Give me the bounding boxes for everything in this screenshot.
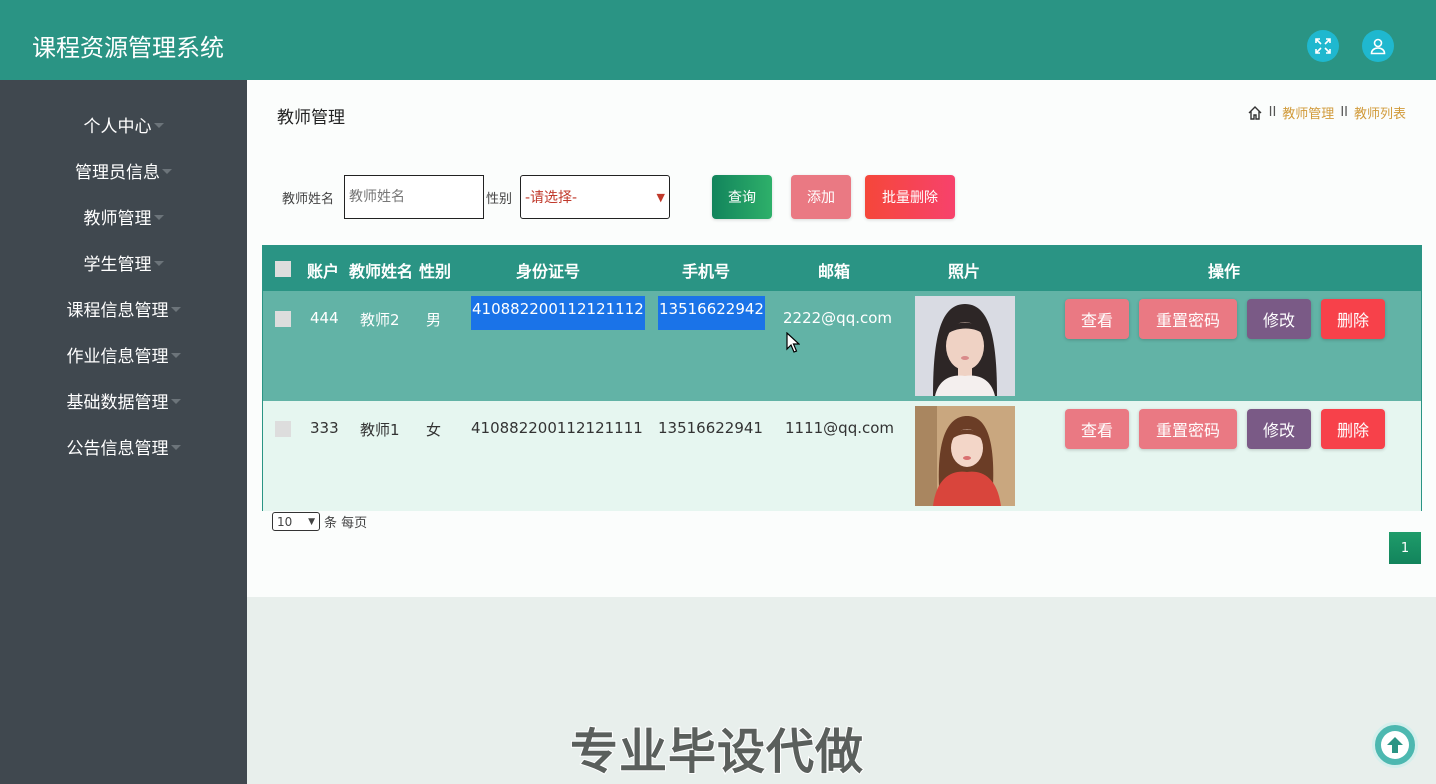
- column-header: 性别: [419, 262, 452, 281]
- sex-cell: 男: [426, 311, 442, 329]
- column-header: 教师姓名: [349, 262, 414, 281]
- column-header: 操作: [1208, 262, 1241, 281]
- email-cell: 1111@qq.com: [785, 419, 895, 437]
- reset-password-button[interactable]: 重置密码: [1139, 409, 1237, 449]
- breadcrumb-separator: II: [1268, 105, 1277, 120]
- fullscreen-button[interactable]: [1307, 30, 1339, 62]
- caret-down-icon: [162, 168, 172, 174]
- row-checkbox[interactable]: [275, 311, 291, 327]
- page-title: 教师管理: [277, 108, 345, 128]
- arrow-up-icon: [1381, 731, 1409, 759]
- edit-button[interactable]: 修改: [1247, 409, 1311, 449]
- account-cell: 333: [310, 419, 339, 437]
- sidebar-item-label: 教师管理: [83, 208, 152, 229]
- page-size-select[interactable]: 10 ▼: [272, 512, 320, 531]
- sidebar-item-student-management[interactable]: 学生管理: [0, 247, 247, 277]
- breadcrumb-separator: II: [1340, 105, 1348, 120]
- page-size-suffix: 条 每页: [324, 516, 368, 531]
- main-panel: 教师管理 II 教师管理 II 教师列表 教师姓名 性别 -请选择- ▼ 查询 …: [247, 80, 1436, 597]
- sidebar-item-course-management[interactable]: 课程信息管理: [0, 293, 247, 323]
- phone-cell: 13516622941: [658, 419, 763, 437]
- delete-button[interactable]: 删除: [1321, 299, 1385, 339]
- top-bar: 课程资源管理系统: [0, 0, 1436, 80]
- name-cell: 教师1: [360, 421, 400, 439]
- caret-down-icon: [170, 398, 181, 404]
- teacher-photo: [915, 406, 1015, 506]
- sidebar-item-label: 学生管理: [83, 254, 152, 275]
- chevron-down-icon: ▼: [308, 516, 315, 527]
- edit-button[interactable]: 修改: [1247, 299, 1311, 339]
- batch-delete-button[interactable]: 批量删除: [865, 175, 955, 219]
- caret-down-icon: [153, 214, 164, 220]
- sidebar-item-admin-info[interactable]: 管理员信息: [0, 155, 247, 185]
- user-icon: [1370, 38, 1386, 55]
- caret-down-icon: [170, 352, 181, 358]
- column-header: 手机号: [682, 262, 731, 281]
- delete-button[interactable]: 删除: [1321, 409, 1385, 449]
- teacher-table: 账户 教师姓名 性别 身份证号 手机号 邮箱 照片 操作 444 教师2 男 4…: [262, 245, 1422, 511]
- column-header: 照片: [948, 262, 981, 281]
- sidebar-item-teacher-management[interactable]: 教师管理: [0, 201, 247, 231]
- account-cell: 444: [310, 309, 339, 327]
- reset-password-button[interactable]: 重置密码: [1139, 299, 1237, 339]
- view-button[interactable]: 查看: [1065, 299, 1129, 339]
- page-size-value: 10: [277, 514, 293, 529]
- expand-icon: [1315, 38, 1331, 54]
- column-header: 邮箱: [818, 262, 851, 281]
- caret-down-icon: [153, 260, 164, 266]
- breadcrumb-teacher-management[interactable]: 教师管理: [1282, 103, 1334, 122]
- app-title: 课程资源管理系统: [32, 34, 224, 62]
- sidebar-item-notice-management[interactable]: 公告信息管理: [0, 431, 247, 461]
- column-header: 账户: [307, 262, 340, 281]
- sidebar-item-label: 公告信息管理: [66, 438, 169, 459]
- sex-select[interactable]: -请选择- ▼: [520, 175, 670, 219]
- breadcrumb: II 教师管理 II 教师列表: [1247, 103, 1406, 122]
- sidebar-item-label: 管理员信息: [75, 162, 160, 183]
- view-button[interactable]: 查看: [1065, 409, 1129, 449]
- table-row: 444 教师2 男 410882200112121112 13516622942…: [263, 291, 1421, 401]
- page-size-control: 10 ▼ 条 每页: [272, 512, 367, 531]
- sex-cell: 女: [426, 421, 442, 439]
- caret-down-icon: [153, 122, 164, 128]
- teacher-name-label: 教师姓名: [282, 192, 335, 207]
- id-number-cell: 410882200112121112: [471, 296, 645, 330]
- back-to-top-button[interactable]: [1372, 722, 1418, 768]
- user-button[interactable]: [1362, 30, 1394, 62]
- add-button[interactable]: 添加: [791, 175, 851, 219]
- page-number-button[interactable]: 1: [1389, 532, 1421, 564]
- select-all-checkbox[interactable]: [275, 261, 291, 277]
- sidebar-item-label: 作业信息管理: [66, 346, 169, 367]
- email-cell: 2222@qq.com: [783, 309, 893, 327]
- sidebar-item-label: 个人中心: [83, 116, 152, 137]
- sidebar-item-label: 基础数据管理: [66, 392, 169, 413]
- sidebar-item-basic-data[interactable]: 基础数据管理: [0, 385, 247, 415]
- query-button[interactable]: 查询: [712, 175, 772, 219]
- name-cell: 教师2: [360, 311, 400, 329]
- watermark-text: 专业毕设代做: [569, 723, 865, 781]
- table-row: 333 教师1 女 410882200112121111 13516622941…: [263, 401, 1421, 511]
- chevron-down-icon: ▼: [656, 190, 665, 204]
- sidebar-item-label: 课程信息管理: [66, 300, 169, 321]
- breadcrumb-teacher-list[interactable]: 教师列表: [1354, 103, 1406, 122]
- mouse-cursor-icon: [786, 332, 800, 353]
- teacher-name-input[interactable]: [344, 175, 484, 219]
- row-checkbox[interactable]: [275, 421, 291, 437]
- phone-cell: 13516622942: [658, 296, 765, 330]
- sidebar-item-homework-management[interactable]: 作业信息管理: [0, 339, 247, 369]
- table-header: 账户 教师姓名 性别 身份证号 手机号 邮箱 照片 操作: [263, 246, 1421, 291]
- caret-down-icon: [170, 444, 181, 450]
- teacher-photo: [915, 296, 1015, 396]
- sidebar: 个人中心 管理员信息 教师管理 学生管理 课程信息管理 作业信息管理 基础数据管…: [0, 80, 247, 784]
- sex-select-value: -请选择-: [525, 190, 578, 206]
- sex-label: 性别: [486, 192, 513, 207]
- home-icon[interactable]: [1247, 105, 1263, 121]
- sidebar-item-personal-center[interactable]: 个人中心: [0, 109, 247, 139]
- caret-down-icon: [170, 306, 181, 312]
- id-number-cell: 410882200112121111: [471, 419, 643, 437]
- column-header: 身份证号: [516, 262, 581, 281]
